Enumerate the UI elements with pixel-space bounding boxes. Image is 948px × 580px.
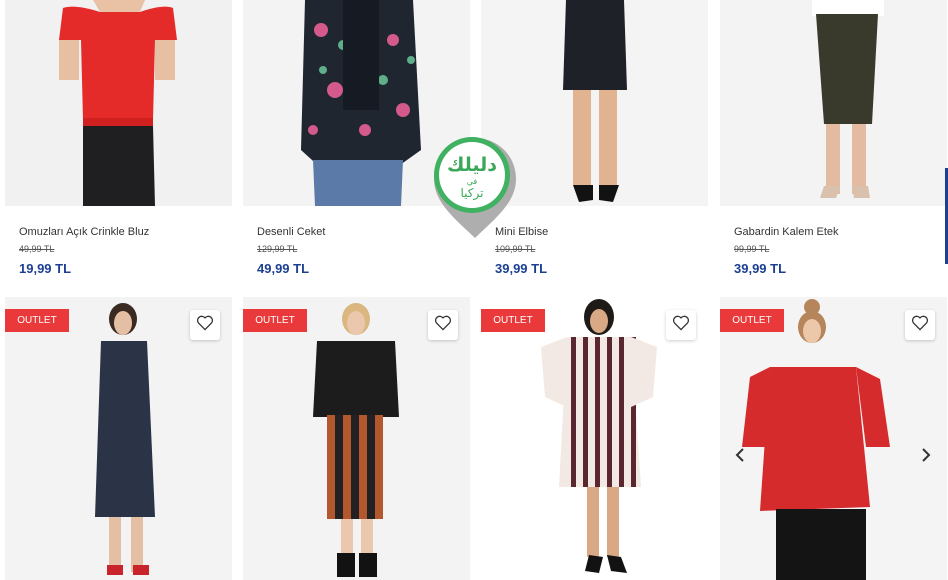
price: 39,99 TL — [495, 261, 548, 276]
heart-icon — [672, 315, 690, 336]
price: 49,99 TL — [257, 261, 310, 276]
watermark-logo: دليلك في تركيا — [430, 132, 520, 240]
favorite-button[interactable] — [666, 310, 696, 340]
heart-icon — [434, 315, 452, 336]
old-price: 129,99 TL — [257, 244, 298, 254]
watermark-line3: تركيا — [460, 186, 484, 200]
old-price: 109,99 TL — [495, 244, 536, 254]
outlet-badge: OUTLET — [481, 309, 545, 332]
favorite-button[interactable] — [905, 310, 935, 340]
product-image[interactable] — [5, 0, 232, 206]
price: 19,99 TL — [19, 261, 72, 276]
carousel-prev-button[interactable] — [732, 447, 748, 467]
chevron-right-icon — [921, 447, 931, 468]
watermark-line2: في — [466, 177, 478, 186]
chevron-left-icon — [735, 447, 745, 468]
outlet-badge: OUTLET — [243, 309, 307, 332]
carousel-next-button[interactable] — [918, 447, 934, 467]
outlet-badge: OUTLET — [5, 309, 69, 332]
favorite-button[interactable] — [428, 310, 458, 340]
product-title[interactable]: Gabardin Kalem Etek — [734, 226, 839, 238]
heart-icon — [196, 315, 214, 336]
product-title[interactable]: Omuzları Açık Crinkle Bluz — [19, 226, 149, 238]
price: 39,99 TL — [734, 261, 787, 276]
old-price: 49,99 TL — [19, 244, 55, 254]
watermark-line1: دليلك — [446, 154, 498, 176]
heart-icon — [911, 315, 929, 336]
product-image[interactable] — [720, 0, 947, 206]
outlet-badge: OUTLET — [720, 309, 784, 332]
product-title[interactable]: Desenli Ceket — [257, 226, 325, 238]
old-price: 99,99 TL — [734, 244, 770, 254]
favorite-button[interactable] — [190, 310, 220, 340]
